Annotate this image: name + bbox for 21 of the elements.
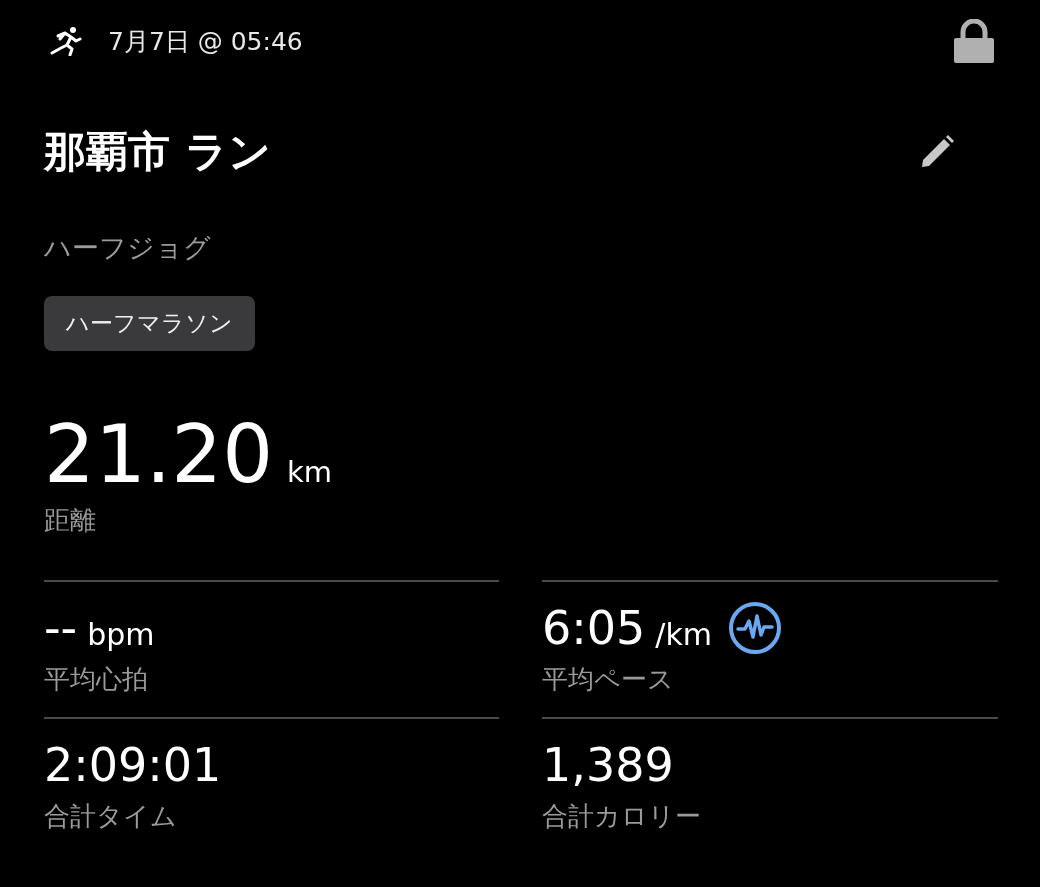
stat-value: 1,389 <box>542 742 674 788</box>
stat-label: 合計カロリー <box>542 800 702 833</box>
stat-value: 2:09:01 <box>44 742 222 788</box>
lock-icon[interactable] <box>952 19 996 63</box>
activity-subtitle: ハーフジョグ <box>44 231 212 265</box>
distance-value: 21.20 <box>44 415 274 495</box>
pencil-icon[interactable] <box>920 135 954 169</box>
stat-label: 平均心拍 <box>44 663 149 696</box>
stat-label: 合計タイム <box>44 800 178 833</box>
activity-title: 那覇市 ラン <box>44 126 271 178</box>
stat-unit: bpm <box>87 620 155 654</box>
stat-value: 6:05 <box>542 605 646 651</box>
activity-date: 7月7日 @ 05:46 <box>108 25 303 58</box>
stat-unit: /km <box>655 620 713 654</box>
stat-label: 平均ペース <box>542 663 675 696</box>
distance-unit: km <box>287 458 333 487</box>
tag-chip[interactable]: ハーフマラソン <box>44 296 255 351</box>
distance-label: 距離 <box>44 504 97 537</box>
waveform-icon[interactable] <box>728 601 783 655</box>
stat-value: -- <box>44 605 78 651</box>
runner-icon <box>48 26 82 56</box>
